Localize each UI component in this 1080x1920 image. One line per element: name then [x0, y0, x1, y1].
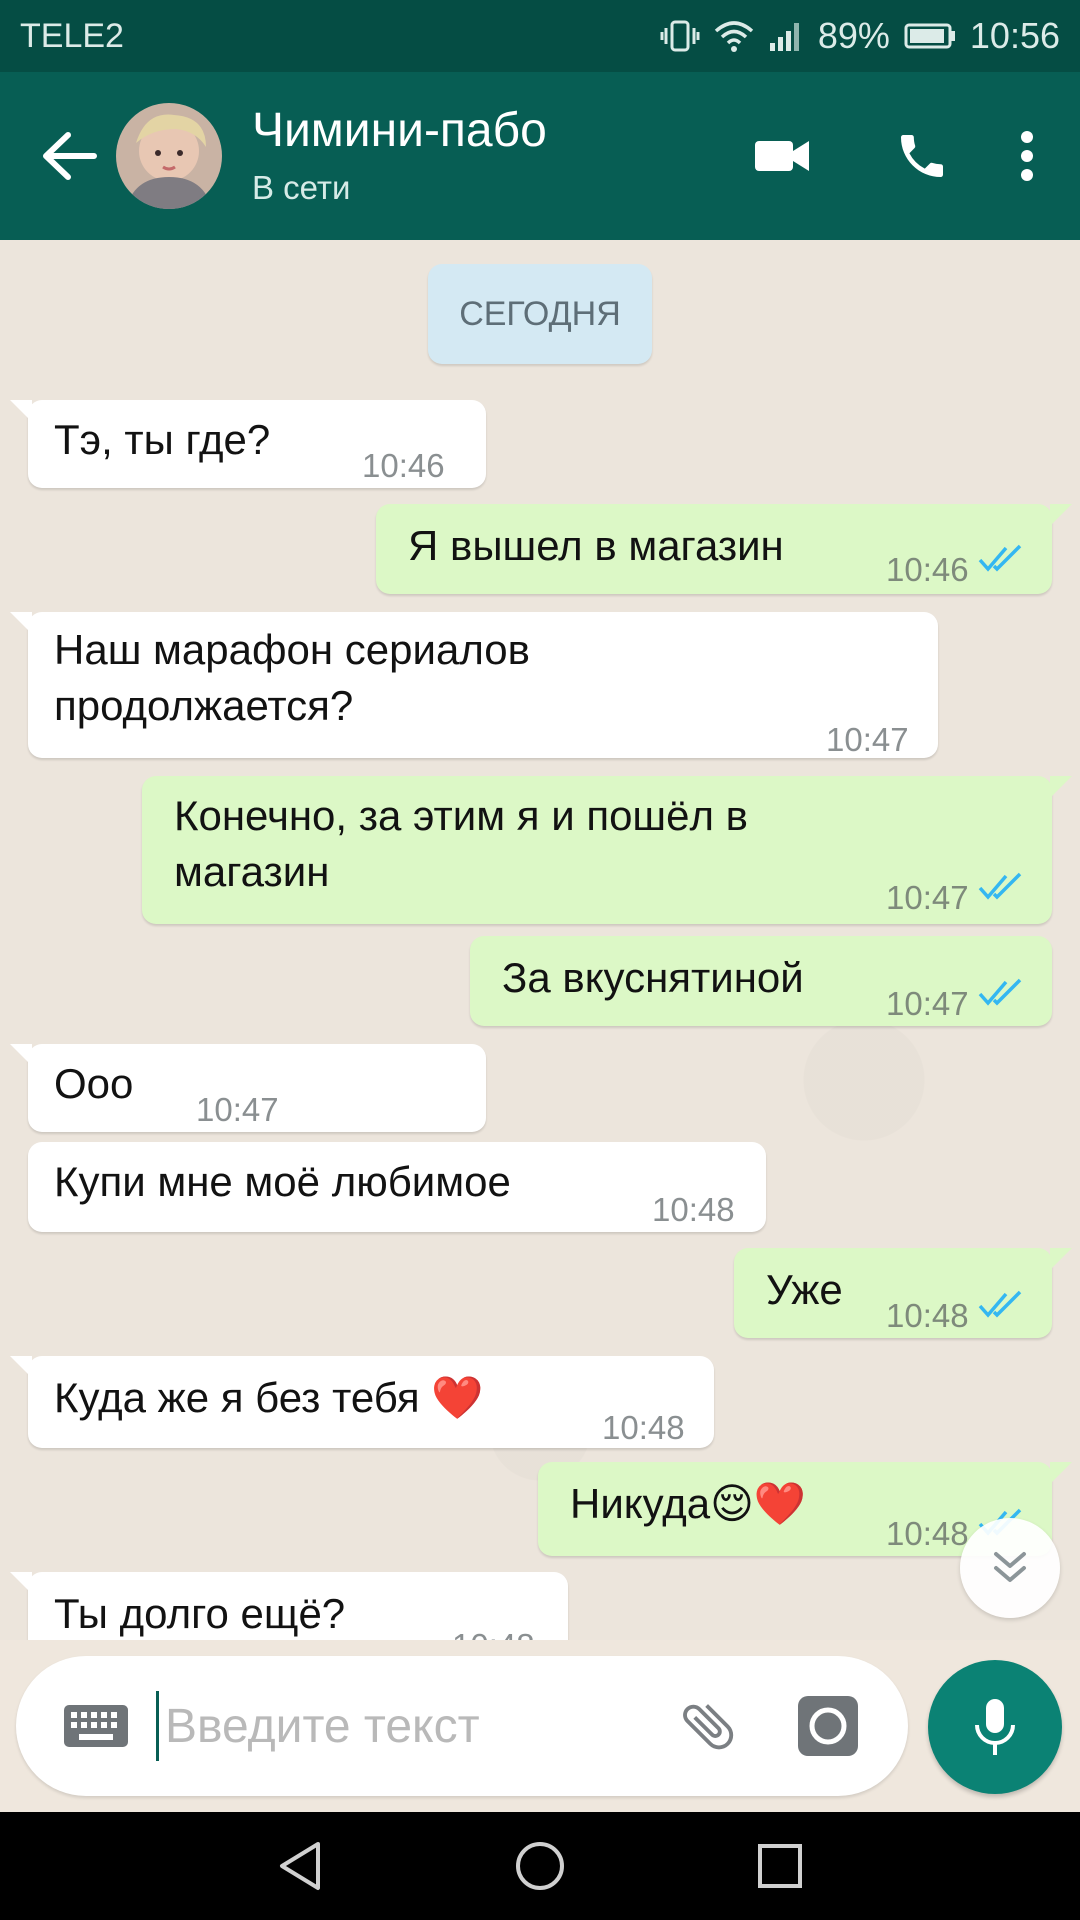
- contact-avatar[interactable]: [116, 103, 222, 209]
- signal-icon: [768, 19, 804, 53]
- message-time: 10:48: [886, 1515, 969, 1552]
- message-text: Куда же я без тебя ❤️: [54, 1374, 484, 1421]
- message-text: Ты долго ещё?: [54, 1590, 346, 1637]
- attach-button[interactable]: [648, 1656, 768, 1796]
- message-time: 10:47: [886, 985, 969, 1022]
- message-time: 10:48: [452, 1618, 535, 1640]
- message-text-line: продолжается?: [54, 682, 354, 729]
- square-recents-icon: [758, 1844, 802, 1888]
- keyboard-icon: [64, 1705, 128, 1747]
- wifi-icon: [714, 19, 754, 53]
- video-camera-icon: [755, 141, 809, 171]
- message-time: 10:48: [652, 1191, 735, 1228]
- circle-home-icon: [516, 1842, 564, 1890]
- read-ticks-icon: [978, 978, 1022, 1006]
- voice-record-button[interactable]: [928, 1660, 1062, 1794]
- battery-percent: 89%: [817, 15, 890, 56]
- read-ticks-icon: [978, 872, 1022, 900]
- scroll-to-bottom-button[interactable]: [960, 1518, 1060, 1618]
- message-time: 10:47: [886, 879, 969, 916]
- message-input-wrapper: [156, 1686, 648, 1766]
- outgoing-message[interactable]: Конечно, за этим я и пошёл в магазин 10:…: [142, 776, 1072, 924]
- incoming-message[interactable]: Купи мне моё любимое 10:48: [28, 1142, 766, 1232]
- system-navigation-bar: [0, 1812, 1080, 1920]
- arrow-left-icon: [43, 132, 97, 180]
- voice-call-button[interactable]: [852, 96, 992, 216]
- carrier-label: TELE2: [20, 16, 124, 55]
- outgoing-message[interactable]: Я вышел в магазин 10:46: [376, 504, 1072, 594]
- message-time: 10:46: [362, 447, 445, 484]
- overflow-menu-button[interactable]: [992, 96, 1062, 216]
- contact-info[interactable]: Чимини-пабо В сети: [252, 103, 712, 209]
- clock: 10:56: [969, 15, 1060, 56]
- battery-icon: [904, 22, 956, 50]
- outgoing-message[interactable]: Уже 10:48: [734, 1248, 1072, 1338]
- message-text: Купи мне моё любимое: [54, 1158, 511, 1205]
- message-text: За вкуснятиной: [502, 954, 804, 1001]
- message-text: Никуда😌❤️: [570, 1480, 807, 1527]
- message-text-line: магазин: [174, 848, 330, 895]
- status-icons: 89% 10:56: [660, 15, 1060, 57]
- more-vert-icon: [1021, 131, 1033, 181]
- microphone-icon: [975, 1699, 1015, 1755]
- message-text-line: Наш марафон сериалов: [54, 626, 530, 673]
- incoming-message[interactable]: Куда же я без тебя ❤️ 10:48: [10, 1356, 714, 1448]
- message-time: 10:46: [886, 551, 969, 588]
- message-text-line: Конечно, за этим я и пошёл в: [174, 792, 748, 839]
- status-bar: TELE2 89% 10:56: [0, 0, 1080, 72]
- camera-button[interactable]: [768, 1656, 888, 1796]
- incoming-message[interactable]: Ооо 10:47: [10, 1044, 486, 1132]
- message-time: 10:48: [602, 1409, 685, 1446]
- triangle-back-icon: [280, 1842, 320, 1890]
- message-time: 10:47: [826, 721, 909, 758]
- outgoing-message[interactable]: За вкуснятиной 10:47: [470, 936, 1052, 1026]
- double-chevron-down-icon: [994, 1552, 1026, 1582]
- date-divider: СЕГОДНЯ: [428, 264, 652, 364]
- read-ticks-icon: [978, 1290, 1022, 1318]
- incoming-message[interactable]: Тэ, ты где? 10:46: [10, 400, 486, 488]
- keyboard-toggle-button[interactable]: [36, 1656, 156, 1796]
- nav-back-button[interactable]: [240, 1812, 360, 1920]
- composer: [16, 1656, 908, 1796]
- message-list[interactable]: СЕГОДНЯ Тэ, ты где? 10:46 Я вышел в мага…: [0, 240, 1080, 1640]
- phone-icon: [901, 135, 943, 177]
- message-time: 10:48: [886, 1297, 969, 1334]
- incoming-message[interactable]: Ты долго ещё? 10:48: [10, 1572, 568, 1640]
- message-input[interactable]: [156, 1691, 648, 1761]
- nav-home-button[interactable]: [480, 1812, 600, 1920]
- camera-icon: [798, 1696, 858, 1756]
- paperclip-icon: [683, 1704, 734, 1750]
- message-text: Ооо: [54, 1060, 134, 1107]
- read-ticks-icon: [978, 544, 1022, 572]
- presence-status: В сети: [252, 169, 351, 206]
- message-time: 10:47: [196, 1091, 279, 1128]
- incoming-message[interactable]: Наш марафон сериалов продолжается? 10:47: [10, 612, 938, 758]
- message-text: Тэ, ты где?: [54, 416, 271, 463]
- contact-name: Чимини-пабо: [252, 104, 547, 157]
- nav-recents-button[interactable]: [720, 1812, 840, 1920]
- chat-header: Чимини-пабо В сети: [0, 72, 1080, 240]
- video-call-button[interactable]: [712, 96, 852, 216]
- message-text: Уже: [766, 1266, 843, 1313]
- back-button[interactable]: [14, 72, 124, 240]
- vibrate-icon: [660, 18, 700, 54]
- message-text: Я вышел в магазин: [408, 522, 784, 569]
